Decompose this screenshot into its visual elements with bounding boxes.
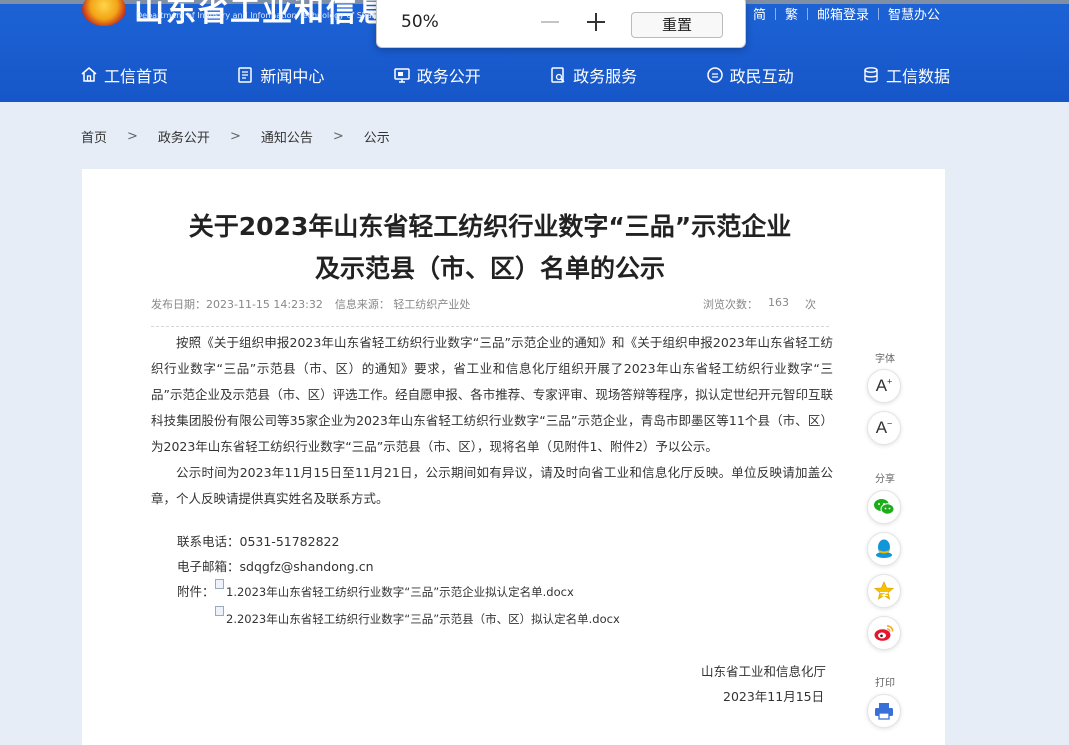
nav-gov-affairs[interactable]: 政务公开 [393, 63, 481, 87]
article-title-line2: 及示范县（市、区）名单的公示 [314, 254, 665, 283]
monitor-icon [394, 68, 410, 83]
view-count: 浏览次数： 163 次 [703, 296, 816, 312]
font-increase-icon: A+ [875, 376, 893, 395]
font-decrease-button[interactable]: A− [867, 411, 901, 445]
contact-email: 电子邮箱：sdqgfz@shandong.cn [177, 559, 374, 574]
database-icon [864, 67, 878, 83]
breadcrumb-notices[interactable]: 通知公告 [261, 127, 313, 146]
nav-home[interactable]: 工信首页 [80, 63, 168, 87]
zoom-popup: 50% 重置 [376, 0, 746, 48]
breadcrumb-gov-affairs[interactable]: 政务公开 [158, 127, 210, 146]
article-title: 关于2023年山东省轻工纺织行业数字“三品”示范企业 及示范县（市、区）名单的公… [0, 206, 980, 290]
share-wechat-button[interactable] [867, 490, 901, 524]
paragraph-2: 公示时间为2023年11月15日至11月21日，公示期间如有异议，请及时向省工业… [151, 465, 833, 506]
nav-news[interactable]: 新闻中心 [236, 63, 324, 87]
smart-office-link[interactable]: 智慧办公 [879, 4, 949, 23]
share-label: 分享 [875, 474, 895, 485]
document-icon [238, 67, 253, 83]
print-button[interactable] [867, 694, 901, 728]
site-title-en: Department of Industry and Information T… [136, 11, 397, 20]
plus-icon [587, 13, 605, 31]
nav-label: 政务公开 [416, 67, 481, 86]
signature-org: 山东省工业和信息化厅 [701, 664, 827, 679]
traditional-chinese-link[interactable]: 繁 [776, 4, 807, 23]
meta-divider [151, 326, 831, 327]
zoom-reset-button[interactable]: 重置 [631, 12, 723, 38]
article-title-line1: 关于2023年山东省轻工纺织行业数字“三品”示范企业 [188, 212, 792, 241]
qq-icon [876, 539, 892, 558]
attachment-1-link[interactable]: 1.2023年山东省轻工纺织行业数字“三品”示范企业拟认定名单.docx [215, 579, 574, 600]
view-count-unit: 次 [805, 298, 816, 311]
paragraph-1: 按照《关于组织申报2023年山东省轻工纺织行业数字“三品”示范企业的通知》和《关… [151, 335, 833, 454]
nav-label: 政务服务 [573, 67, 638, 86]
breadcrumb-home[interactable]: 首页 [81, 127, 107, 146]
attachment-label: 附件： [177, 584, 215, 599]
docx-icon [215, 606, 224, 616]
email-login-link[interactable]: 邮箱登录 [808, 4, 878, 23]
main-nav: 工信首页 新闻中心 政务公开 政务服务 政民互动 工信数据 [80, 62, 950, 88]
breadcrumb-publicity[interactable]: 公示 [364, 127, 390, 146]
signature-date: 2023年11月15日 [723, 689, 825, 704]
attachment-2-link[interactable]: 2.2023年山东省轻工纺织行业数字“三品”示范县（市、区）拟认定名单.docx [215, 606, 620, 627]
top-links: 简 繁 邮箱登录 智慧办公 [744, 4, 949, 23]
printer-icon [875, 703, 893, 720]
info-source: 信息来源： 轻工纺织产业处 [334, 298, 471, 311]
nav-gov-services[interactable]: 政务服务 [549, 63, 637, 87]
share-qq-button[interactable] [867, 532, 901, 566]
weibo-icon [874, 625, 894, 641]
breadcrumb: 首页 > 政务公开 > 通知公告 > 公示 [81, 127, 390, 146]
contact-phone: 联系电话：0531-51782822 [177, 534, 340, 549]
wechat-icon [874, 499, 895, 515]
share-weibo-button[interactable] [867, 616, 901, 650]
font-decrease-icon: A− [875, 418, 893, 437]
share-qzone-button[interactable] [867, 574, 901, 608]
publish-date: 发布日期：2023-11-15 14:23:32 [151, 298, 323, 311]
docx-icon [215, 579, 224, 589]
star-icon [873, 580, 895, 600]
article-meta: 发布日期：2023-11-15 14:23:32 信息来源： 轻工纺织产业处 浏… [151, 296, 816, 312]
zoom-out-button[interactable] [537, 5, 563, 35]
chat-icon [706, 67, 723, 83]
nav-label: 工信首页 [104, 67, 169, 86]
font-size-label: 字体 [875, 354, 895, 365]
print-label: 打印 [875, 678, 895, 689]
breadcrumb-separator: > [332, 129, 344, 144]
clipboard-search-icon [551, 67, 565, 83]
attachment-2-text: 2.2023年山东省轻工纺织行业数字“三品”示范县（市、区）拟认定名单.docx [226, 612, 620, 626]
nav-label: 工信数据 [885, 67, 950, 86]
simplified-chinese-link[interactable]: 简 [744, 4, 775, 23]
nav-data[interactable]: 工信数据 [862, 63, 950, 87]
nav-label: 新闻中心 [260, 67, 325, 86]
font-increase-button[interactable]: A+ [867, 369, 901, 403]
attachment-1-text: 1.2023年山东省轻工纺织行业数字“三品”示范企业拟认定名单.docx [226, 585, 574, 599]
article-body: 按照《关于组织申报2023年山东省轻工纺织行业数字“三品”示范企业的通知》和《关… [151, 330, 833, 512]
zoom-in-button[interactable] [583, 5, 609, 35]
breadcrumb-separator: > [127, 129, 138, 144]
breadcrumb-separator: > [229, 129, 241, 144]
emblem-icon [82, 0, 126, 26]
minus-icon [541, 21, 559, 23]
nav-interaction[interactable]: 政民互动 [706, 63, 794, 87]
zoom-level: 50% [401, 12, 439, 32]
nav-label: 政民互动 [729, 67, 794, 86]
home-icon [81, 67, 97, 82]
view-count-label: 浏览次数： [703, 298, 758, 311]
view-count-value: 163 [768, 296, 789, 309]
